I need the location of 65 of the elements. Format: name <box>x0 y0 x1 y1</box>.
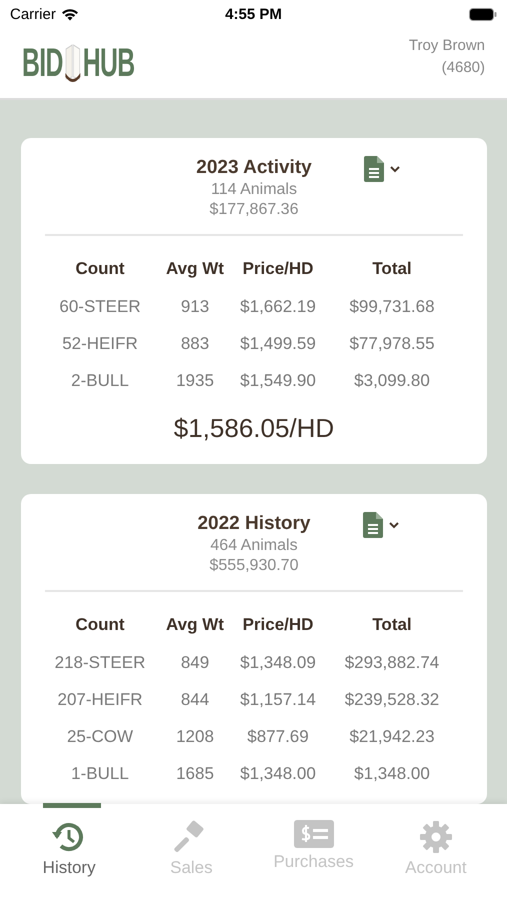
table-cell-text: 1935 <box>175 370 215 392</box>
animal-count: 464 Animals <box>210 536 298 556</box>
table-cell-text: $3,099.80 <box>353 370 431 392</box>
logo-text: HUB <box>82 43 135 83</box>
table-cell-text: $293,882.74 <box>344 652 440 674</box>
table-cell-text: $877.69 <box>246 726 310 748</box>
table-cell-text: 1208 <box>175 726 215 748</box>
battery-icon <box>469 8 497 20</box>
table-cell-text: $21,942.23 <box>348 726 436 748</box>
table-cell-text: $1,348.00 <box>353 763 431 785</box>
average-price: $1,586.05/HD <box>172 412 336 445</box>
card-title: 2023 Activity <box>196 156 312 180</box>
table-cell-text: $1,157.14 <box>239 689 317 711</box>
table-cell-text: 25-COW <box>66 726 134 748</box>
column-header: Count <box>74 614 126 636</box>
user-id: (4680) <box>442 58 485 78</box>
tab[interactable]: Purchases <box>252 804 375 900</box>
book-icon <box>63 43 82 83</box>
table-cell-text: $1,348.00 <box>239 763 317 785</box>
table-cell-text: 913 <box>180 296 210 318</box>
table-cell-text: $1,549.90 <box>239 370 317 392</box>
wifi-icon <box>60 8 79 20</box>
table-cell-text: 2-BULL <box>70 370 130 392</box>
column-header: Count <box>74 258 126 280</box>
active-tab-indicator <box>43 803 101 808</box>
bill-icon <box>294 820 334 848</box>
column-header: Total <box>371 614 413 636</box>
table-cell-text: 52-HEIFR <box>61 333 139 355</box>
logo-text: BID <box>22 43 63 83</box>
table-cell-text: $99,731.68 <box>348 296 436 318</box>
document-icon <box>364 156 384 182</box>
table-cell-text: $1,348.09 <box>239 652 317 674</box>
table-cell-text: 60-STEER <box>58 296 142 318</box>
tab[interactable]: History <box>8 804 130 900</box>
carrier-label: Carrier <box>10 6 56 22</box>
table-cell-text: 844 <box>180 689 210 711</box>
table-cell-text: 207-HEIFR <box>56 689 144 711</box>
table-cell-text: 883 <box>180 333 210 355</box>
chevron-down-icon <box>388 522 398 528</box>
column-header: Total <box>371 258 413 280</box>
table-cell-text: 1-BULL <box>70 763 130 785</box>
report-button[interactable] <box>364 156 400 182</box>
tab[interactable]: Sales <box>130 804 252 900</box>
table-cell-text: $1,662.19 <box>239 296 317 318</box>
report-button[interactable] <box>362 512 398 538</box>
column-header: Price/HD <box>242 258 314 280</box>
table-cell-text: 849 <box>180 652 210 674</box>
status-time: 4:55 PM <box>225 6 282 22</box>
tab[interactable]: Account <box>374 804 497 900</box>
total-amount: $555,930.70 <box>210 556 298 576</box>
total-amount: $177,867.36 <box>210 200 298 220</box>
table-cell-text: $1,499.59 <box>239 333 317 355</box>
column-header: Price/HD <box>242 614 314 636</box>
document-icon <box>362 512 382 538</box>
table-cell-text: 1685 <box>175 763 215 785</box>
table-cell-text: $239,528.32 <box>344 689 440 711</box>
table-cell-text: $77,978.55 <box>348 333 436 355</box>
user-name: Troy Brown <box>408 36 485 56</box>
chevron-down-icon <box>390 166 400 172</box>
column-header: Avg Wt <box>165 258 225 280</box>
animal-count: 114 Animals <box>211 180 297 200</box>
settings-icon <box>418 820 453 854</box>
card-title: 2022 History <box>197 512 310 536</box>
column-header: Avg Wt <box>165 614 225 636</box>
table-cell-text: 218-STEER <box>54 652 146 674</box>
